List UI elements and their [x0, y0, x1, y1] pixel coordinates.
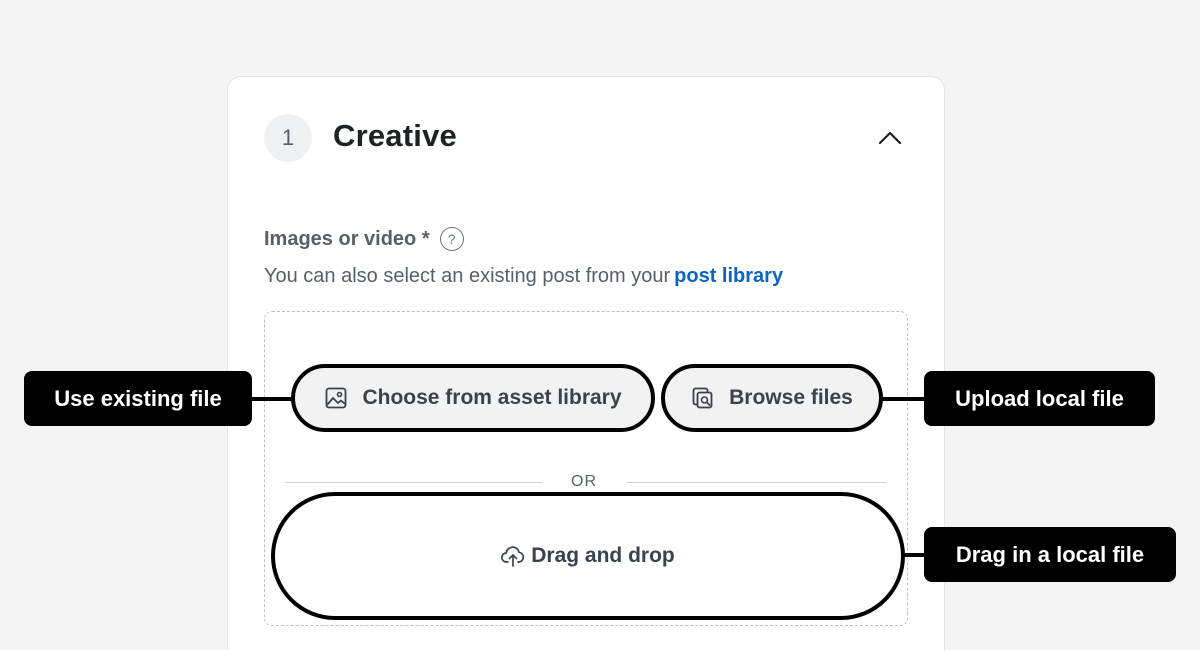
callout-drag-local: Drag in a local file: [924, 527, 1176, 582]
step-number-badge: 1: [264, 114, 312, 162]
or-text: OR: [571, 473, 597, 490]
drag-and-drop-area[interactable]: Drag and drop: [271, 492, 905, 620]
browse-files-button[interactable]: Browse files: [661, 364, 883, 432]
images-video-label: Images or video * ?: [264, 227, 464, 251]
field-label-text: Images or video *: [264, 227, 430, 250]
callout-use-existing: Use existing file: [24, 371, 252, 426]
browse-files-label: Browse files: [729, 386, 853, 409]
callout-connector-drag: [904, 553, 924, 557]
chevron-up-icon: [878, 131, 902, 145]
drag-and-drop-label: Drag and drop: [531, 544, 675, 567]
image-icon: [326, 387, 347, 409]
callout-upload-local: Upload local file: [924, 371, 1155, 426]
step-number: 1: [281, 125, 295, 150]
file-search-icon: [692, 387, 713, 409]
upload-dropzone: Choose from asset library Browse files O…: [264, 311, 908, 626]
helper-text: You can also select an existing post fro…: [264, 265, 783, 288]
callout-connector-upload: [880, 397, 924, 401]
choose-asset-library-label: Choose from asset library: [362, 386, 622, 409]
callout-connector-existing: [252, 397, 292, 401]
divider-line-right: [627, 482, 887, 483]
cloud-upload-icon: [501, 546, 525, 567]
help-icon[interactable]: ?: [439, 227, 464, 251]
section-title: Creative: [333, 118, 457, 153]
helper-text-body: You can also select an existing post fro…: [264, 265, 671, 287]
creative-card: 1 Creative Images or video * ? You can a…: [227, 76, 945, 650]
or-divider: OR: [285, 473, 887, 493]
divider-line-left: [285, 482, 543, 483]
choose-asset-library-button[interactable]: Choose from asset library: [291, 364, 655, 432]
post-library-link[interactable]: post library: [674, 265, 783, 287]
collapse-button[interactable]: [874, 125, 906, 151]
stage: 1 Creative Images or video * ? You can a…: [0, 0, 1200, 650]
